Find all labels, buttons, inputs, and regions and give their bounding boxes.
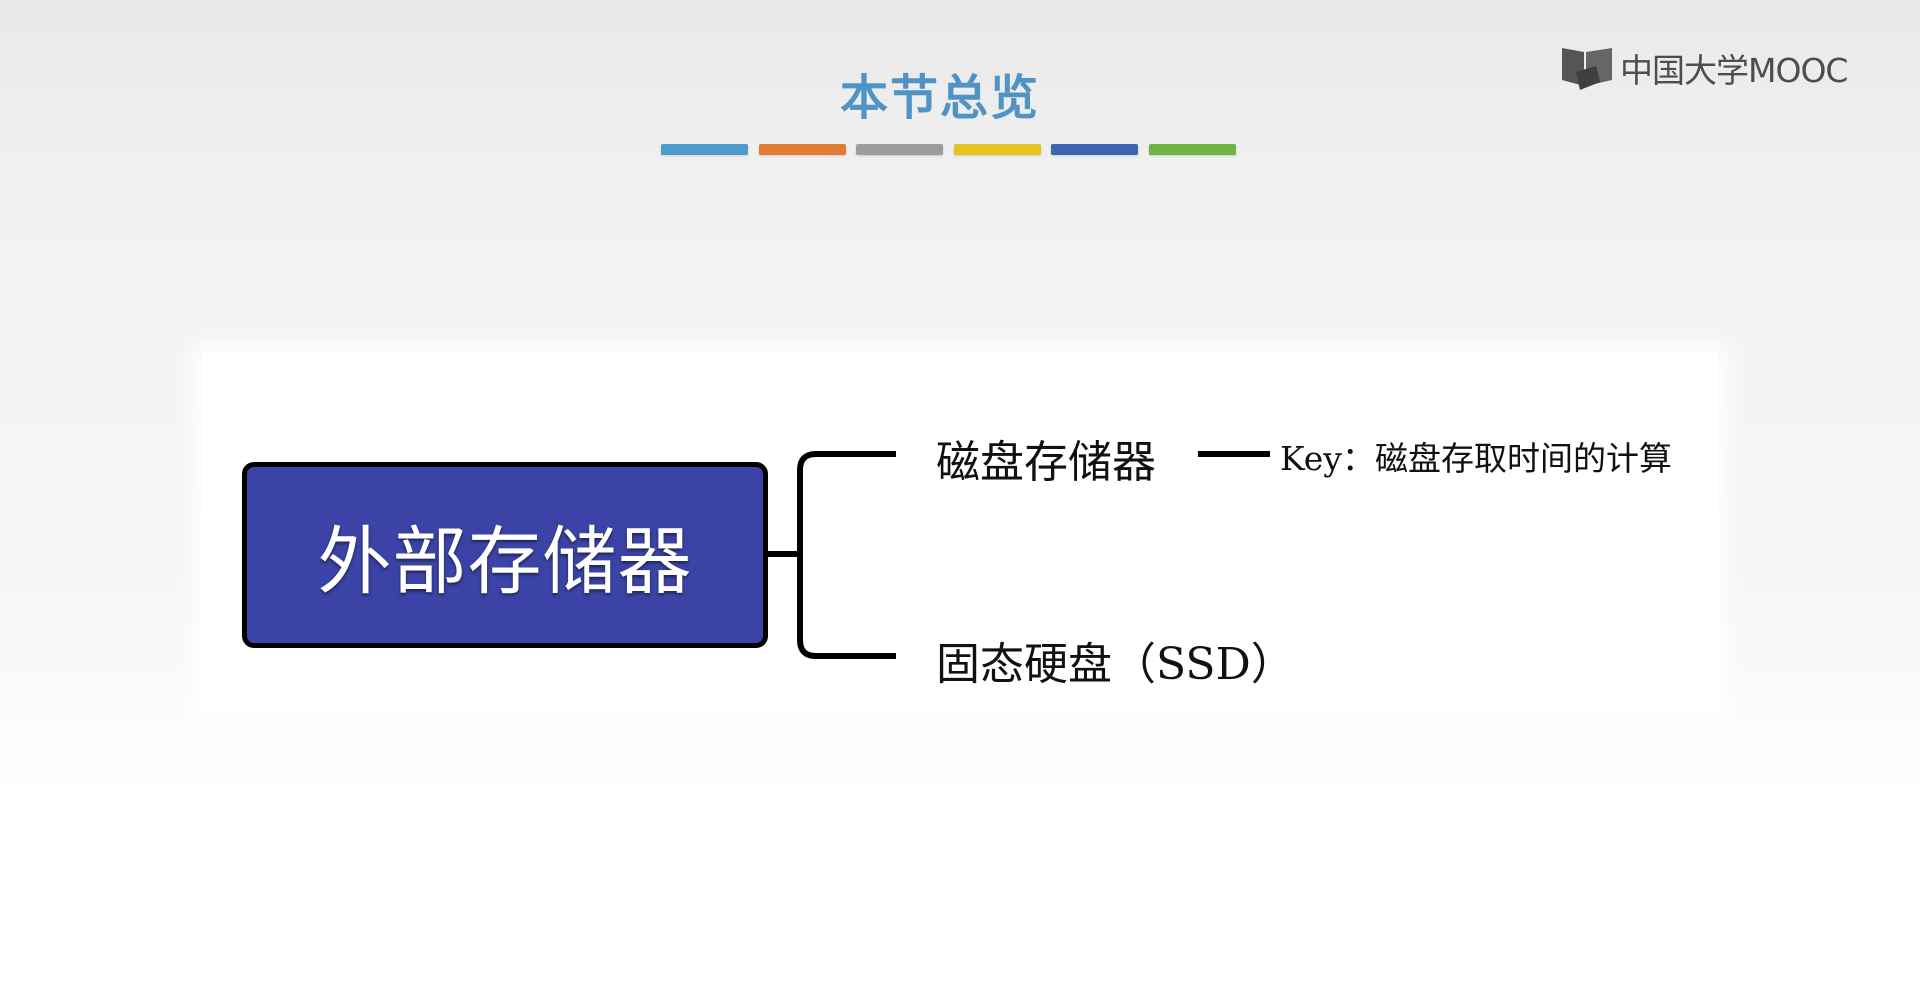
branch-ssd: 固态硬盘（SSD） [936, 639, 1295, 690]
root-node-label: 外部存储器 [317, 518, 693, 605]
branch-disk-storage: 磁盘存储器 [936, 437, 1156, 488]
branch-bracket [797, 451, 896, 659]
branch-disk-note: Key：磁盘存取时间的计算 [1280, 439, 1672, 478]
root-node: 外部存储器 [242, 462, 768, 648]
